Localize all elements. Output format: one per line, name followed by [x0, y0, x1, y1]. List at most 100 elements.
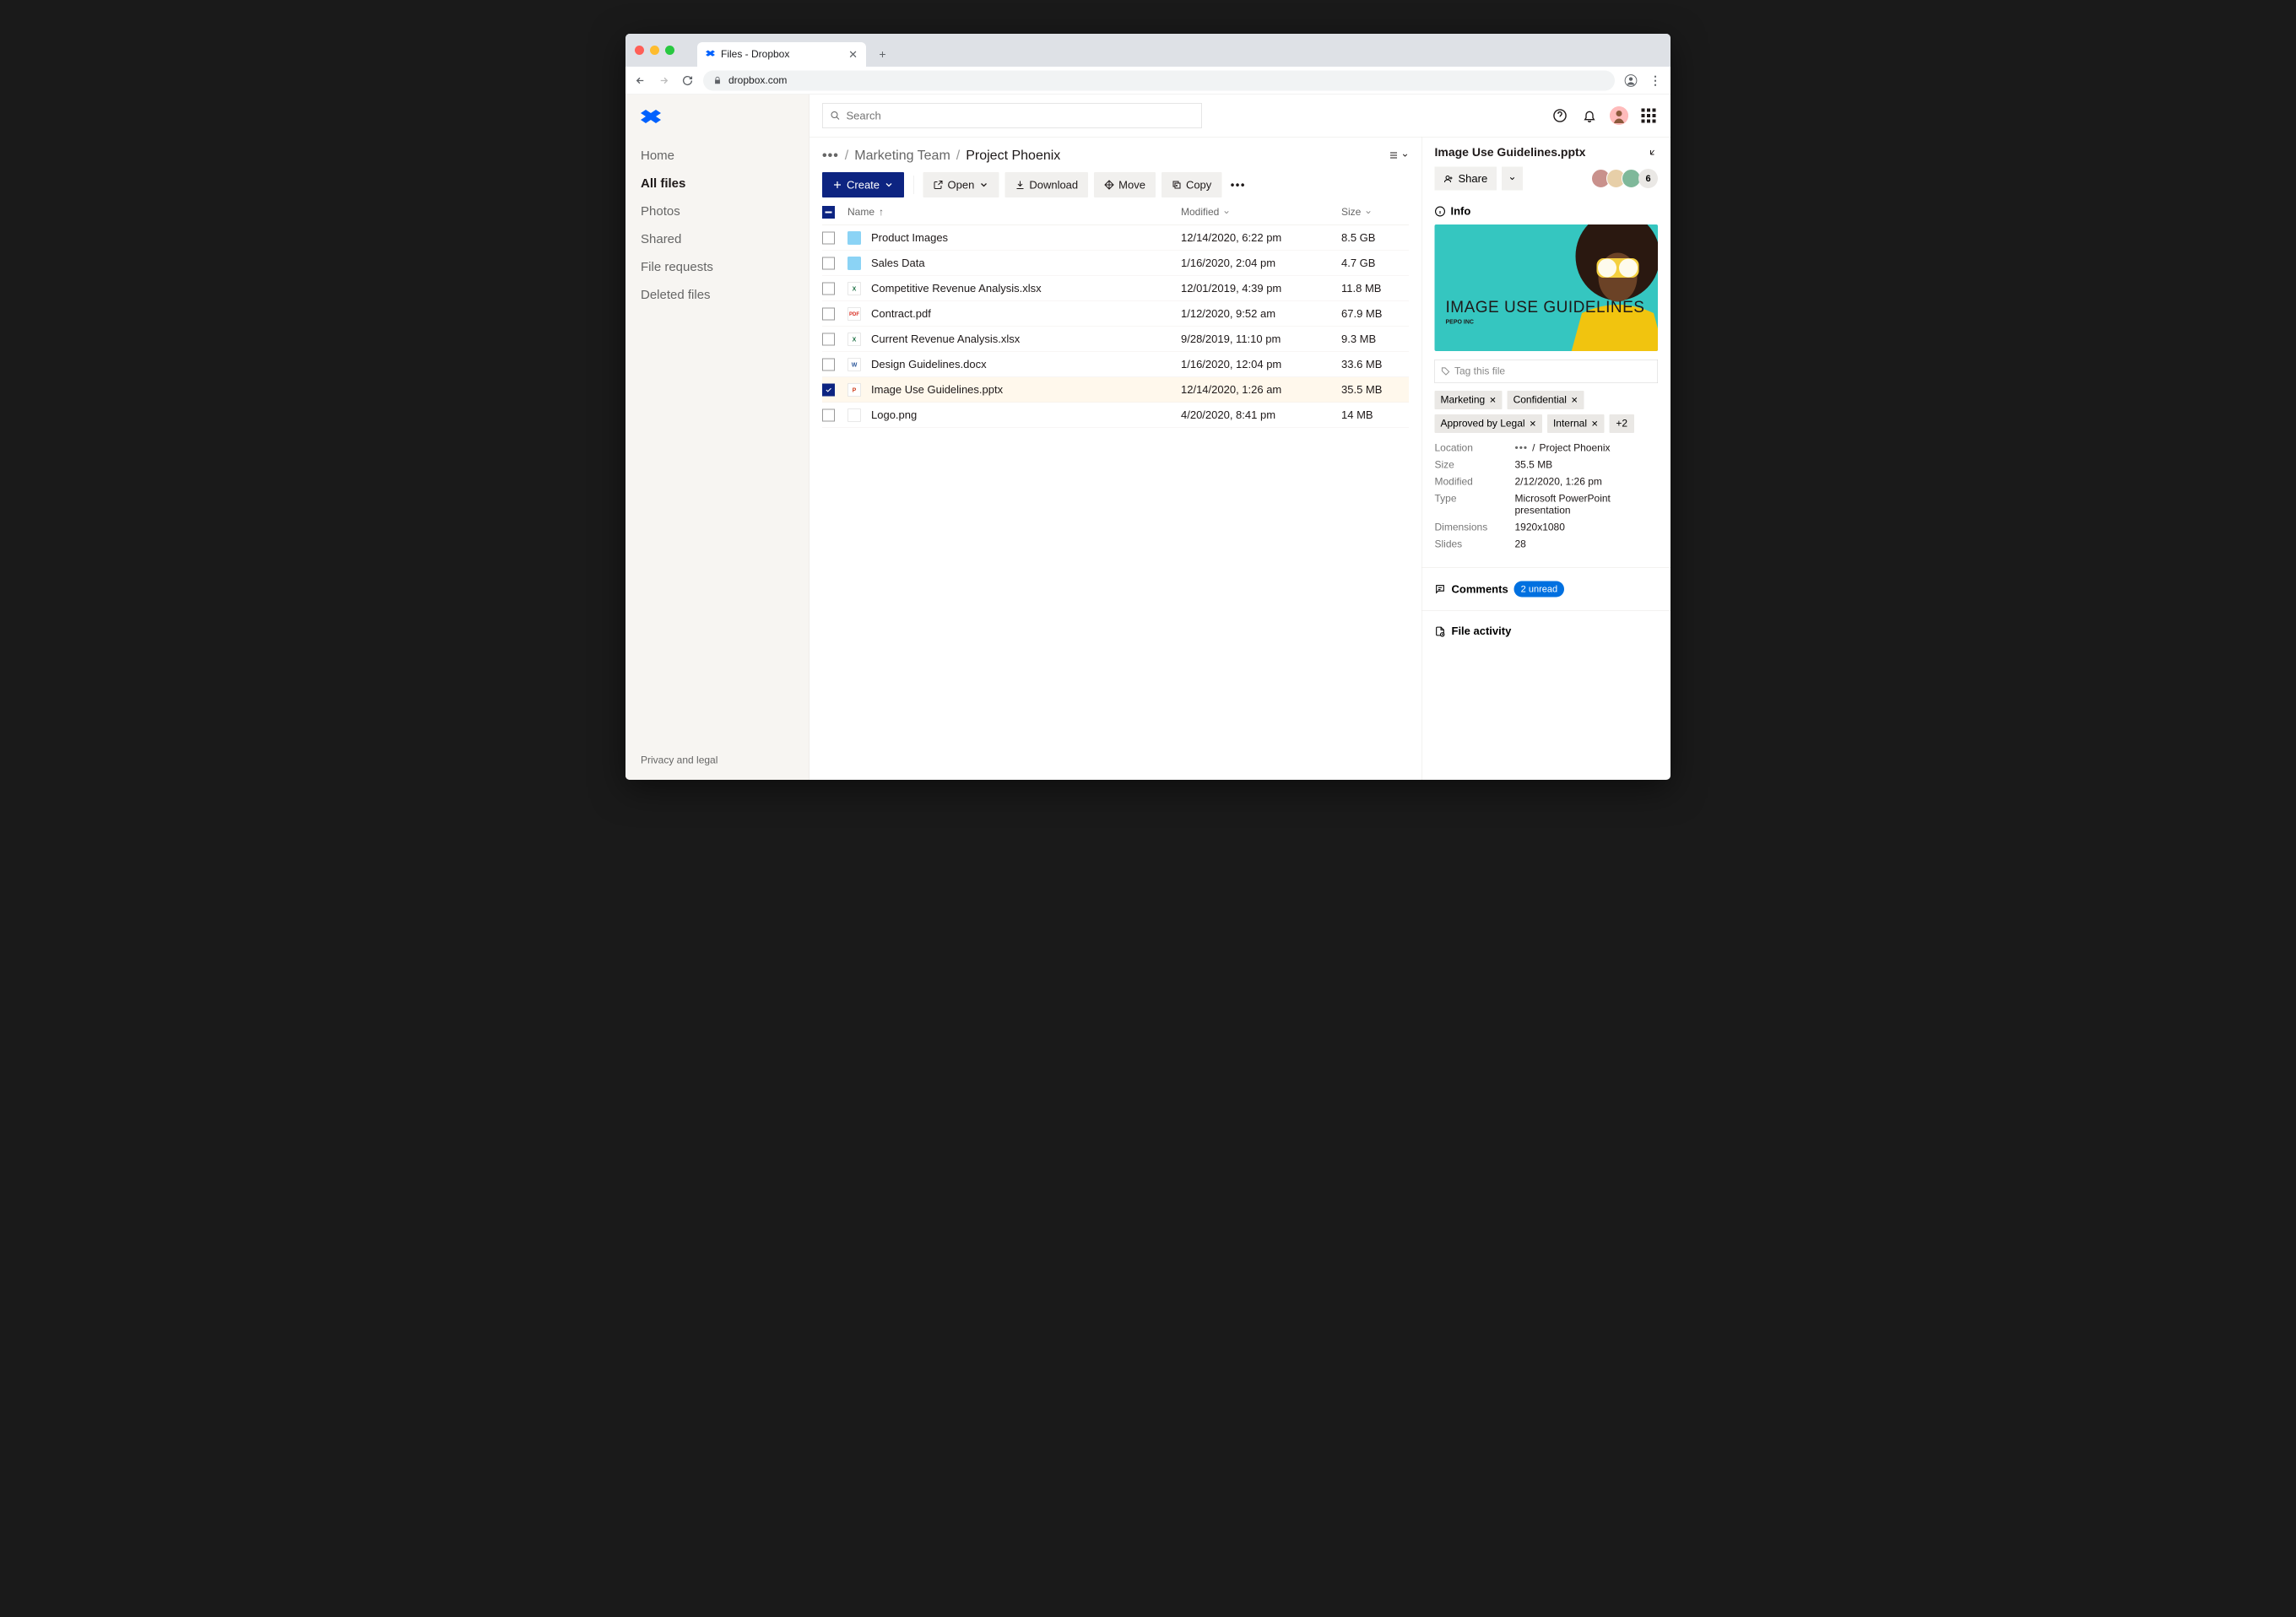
sidebar-item-shared[interactable]: Shared: [625, 225, 810, 253]
url-bar[interactable]: dropbox.com: [703, 70, 1615, 90]
browser-menu-button[interactable]: ⋮: [1647, 72, 1664, 89]
view-toggle[interactable]: [1389, 150, 1409, 160]
sidebar-footer-link[interactable]: Privacy and legal: [625, 744, 810, 780]
chevron-down-icon: [978, 180, 988, 190]
browser-window: Files - Dropbox ✕ + dropbox.com ⋮ Home A…: [625, 34, 1671, 780]
sidebar-item-allfiles[interactable]: All files: [625, 170, 810, 197]
xls-icon: X: [847, 333, 861, 346]
open-button[interactable]: Open: [923, 172, 999, 197]
close-tab-icon[interactable]: ✕: [848, 48, 858, 62]
file-modified: 9/28/2019, 11:10 pm: [1181, 333, 1341, 346]
preview-subtitle: PEPO INC: [1446, 318, 1474, 325]
sidebar-item-photos[interactable]: Photos: [625, 197, 810, 225]
row-checkbox[interactable]: [822, 383, 835, 396]
minimize-window[interactable]: [650, 46, 659, 55]
reload-button[interactable]: [680, 73, 696, 89]
sidebar-item-home[interactable]: Home: [625, 142, 810, 170]
file-size: 9.3 MB: [1341, 333, 1409, 346]
column-modified[interactable]: Modified: [1181, 206, 1341, 218]
close-window[interactable]: [635, 46, 644, 55]
column-size[interactable]: Size: [1341, 206, 1409, 218]
breadcrumb-current: Project Phoenix: [966, 148, 1060, 164]
open-icon: [934, 180, 944, 190]
more-actions-button[interactable]: •••: [1227, 172, 1248, 197]
file-modified: 12/14/2020, 6:22 pm: [1181, 231, 1341, 245]
share-dropdown[interactable]: [1502, 167, 1523, 191]
row-checkbox[interactable]: [822, 231, 835, 244]
table-row[interactable]: XCurrent Revenue Analysis.xlsx9/28/2019,…: [822, 327, 1409, 352]
sort-asc-icon: ↑: [879, 206, 884, 218]
share-button[interactable]: Share: [1435, 167, 1497, 191]
search-box[interactable]: [822, 103, 1202, 128]
remove-tag-icon[interactable]: ✕: [1489, 395, 1496, 406]
row-checkbox[interactable]: [822, 333, 835, 345]
copy-button[interactable]: Copy: [1162, 172, 1221, 197]
select-all-checkbox[interactable]: [822, 206, 835, 219]
tag-input[interactable]: Tag this file: [1435, 360, 1659, 383]
tag[interactable]: Approved by Legal✕: [1435, 414, 1542, 433]
table-row[interactable]: PDFContract.pdf1/12/2020, 9:52 am67.9 MB: [822, 301, 1409, 327]
file-name: Product Images: [871, 231, 948, 245]
file-table: Name ↑ Modified Size Product Images 12/14…: [822, 205, 1409, 774]
column-name[interactable]: Name ↑: [847, 206, 1181, 218]
file-name: Contract.pdf: [871, 307, 931, 321]
maximize-window[interactable]: [665, 46, 674, 55]
breadcrumb-more[interactable]: •••: [822, 148, 839, 164]
search-icon: [831, 111, 841, 121]
download-button[interactable]: Download: [1004, 172, 1088, 197]
sidebar-item-filerequests[interactable]: File requests: [625, 253, 810, 281]
app-header: [810, 95, 1671, 137]
table-row[interactable]: Product Images12/14/2020, 6:22 pm8.5 GB: [822, 225, 1409, 251]
comments-section[interactable]: Comments 2 unread: [1435, 572, 1659, 607]
table-row[interactable]: PImage Use Guidelines.pptx12/14/2020, 1:…: [822, 377, 1409, 403]
row-checkbox[interactable]: [822, 257, 835, 269]
meta-size: 35.5 MB: [1515, 459, 1659, 471]
move-button[interactable]: Move: [1094, 172, 1156, 197]
search-input[interactable]: [847, 109, 1194, 122]
forward-button[interactable]: [656, 73, 672, 89]
help-button[interactable]: [1551, 106, 1569, 125]
member-avatars[interactable]: 6: [1595, 169, 1658, 188]
close-details-button[interactable]: [1648, 148, 1658, 158]
profile-button[interactable]: [1622, 72, 1639, 89]
dropbox-logo[interactable]: [641, 110, 661, 127]
table-row[interactable]: Sales Data1/16/2020, 2:04 pm4.7 GB: [822, 251, 1409, 276]
tag[interactable]: Internal✕: [1547, 414, 1604, 433]
row-checkbox[interactable]: [822, 358, 835, 370]
activity-section[interactable]: File activity: [1435, 615, 1659, 647]
tag[interactable]: Confidential✕: [1508, 391, 1584, 409]
chevron-down-icon: [1364, 208, 1372, 216]
create-button[interactable]: Create: [822, 172, 904, 197]
back-button[interactable]: [632, 73, 648, 89]
img-icon: ▲: [847, 408, 861, 422]
metadata: Location ••• / Project Phoenix Size 35.5…: [1435, 442, 1659, 550]
row-checkbox[interactable]: [822, 408, 835, 421]
sidebar-item-deleted[interactable]: Deleted files: [625, 281, 810, 309]
breadcrumb-parent[interactable]: Marketing Team: [854, 148, 950, 164]
file-modified: 12/01/2019, 4:39 pm: [1181, 282, 1341, 295]
chevron-down-icon: [884, 180, 894, 190]
new-tab-button[interactable]: +: [872, 44, 893, 65]
ppt-icon: P: [847, 383, 861, 397]
remove-tag-icon[interactable]: ✕: [1591, 419, 1598, 430]
details-pane: Image Use Guidelines.pptx Share: [1421, 138, 1671, 781]
row-checkbox[interactable]: [822, 307, 835, 320]
notifications-button[interactable]: [1580, 106, 1599, 125]
remove-tag-icon[interactable]: ✕: [1571, 395, 1578, 406]
share-icon: [1444, 174, 1454, 184]
browser-tab[interactable]: Files - Dropbox ✕: [697, 42, 866, 67]
row-checkbox[interactable]: [822, 282, 835, 295]
remove-tag-icon[interactable]: ✕: [1530, 419, 1536, 430]
info-icon: [1435, 206, 1446, 217]
apps-button[interactable]: [1639, 106, 1658, 125]
table-row[interactable]: ▲Logo.png4/20/2020, 8:41 pm14 MB: [822, 403, 1409, 428]
file-name: Logo.png: [871, 408, 917, 422]
tags-more[interactable]: +2: [1609, 414, 1634, 433]
tag[interactable]: Marketing✕: [1435, 391, 1503, 409]
table-row[interactable]: WDesign Guidelines.docx1/16/2020, 12:04 …: [822, 352, 1409, 377]
move-icon: [1104, 180, 1114, 190]
meta-location[interactable]: Project Phoenix: [1539, 442, 1610, 454]
table-row[interactable]: XCompetitive Revenue Analysis.xlsx12/01/…: [822, 276, 1409, 301]
file-preview[interactable]: IMAGE USE GUIDELINES PEPO INC: [1435, 224, 1659, 351]
user-avatar[interactable]: [1610, 106, 1628, 125]
